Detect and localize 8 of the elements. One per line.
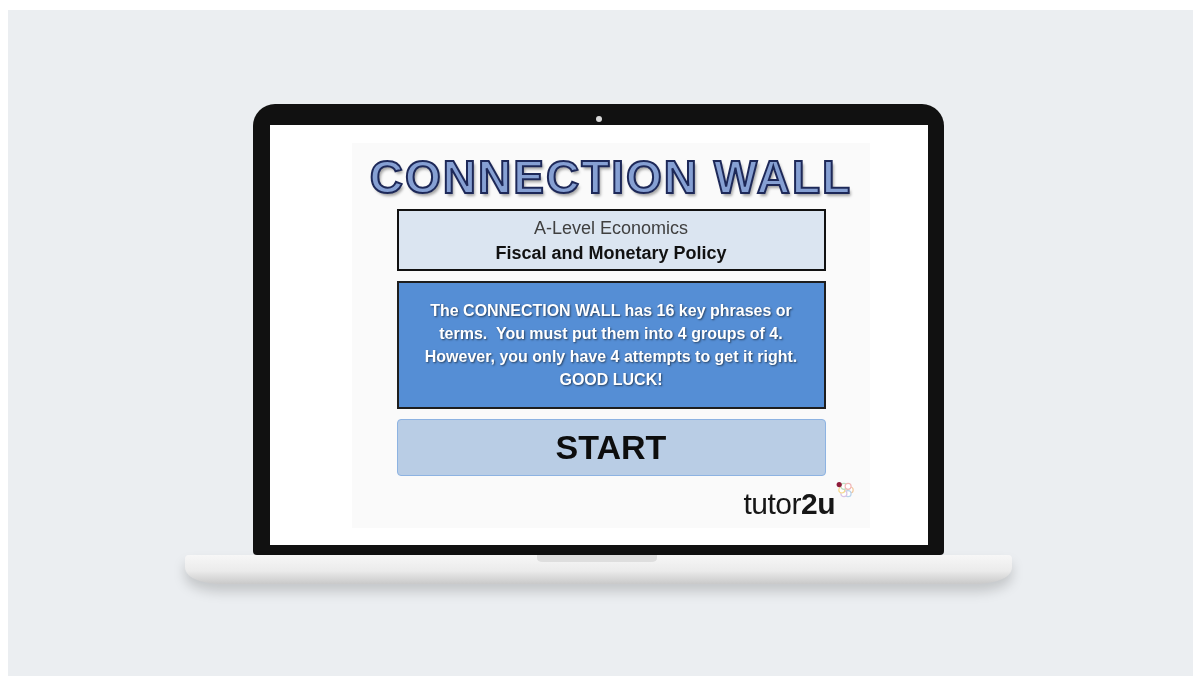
subject-level: A-Level Economics bbox=[533, 216, 689, 239]
subject-topic: Fiscal and Monetary Policy bbox=[495, 241, 727, 264]
instructions-text: The CONNECTION WALL has 16 key phrases or terms. You must put them into 4 groups of 4. However, you only have 4 attempts to get it right. GOOD LUCK! bbox=[424, 301, 798, 390]
camera-icon bbox=[596, 116, 602, 122]
start-button[interactable]: START bbox=[396, 419, 826, 476]
flower-icon bbox=[836, 481, 854, 499]
game-title: CONNECTION WALL bbox=[369, 153, 853, 201]
logo-text: tutor2u bbox=[743, 487, 835, 521]
